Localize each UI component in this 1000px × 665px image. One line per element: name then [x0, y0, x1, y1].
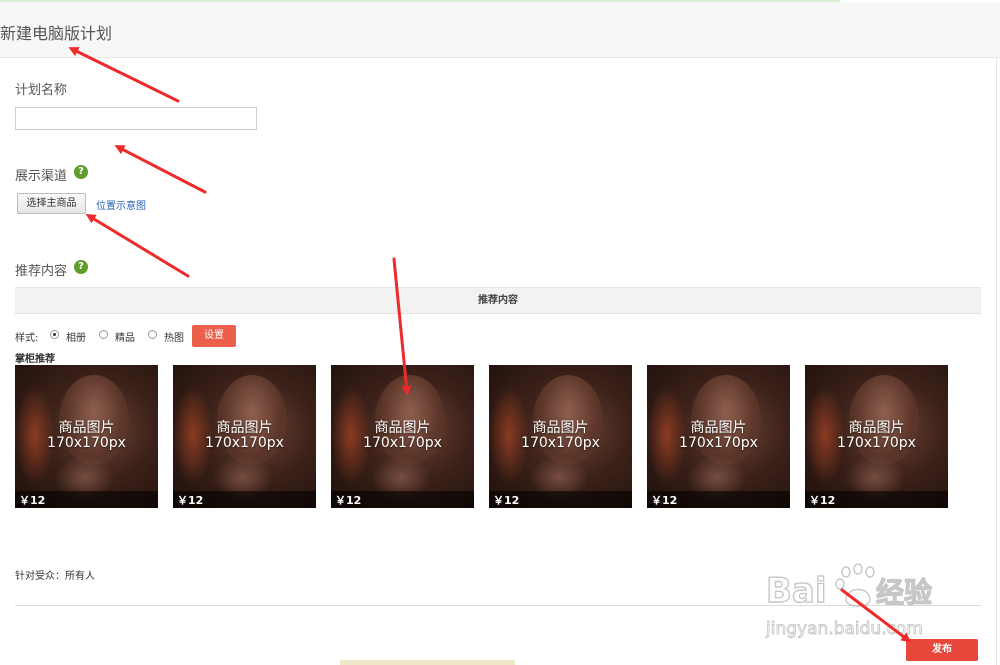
annotation-arrows	[68, 47, 912, 643]
arrow-to-publish	[840, 588, 912, 643]
arrow-to-select-button	[85, 213, 190, 278]
arrow-to-products	[392, 257, 412, 396]
arrow-to-title	[68, 47, 180, 103]
arrow-to-name-input	[114, 145, 207, 194]
